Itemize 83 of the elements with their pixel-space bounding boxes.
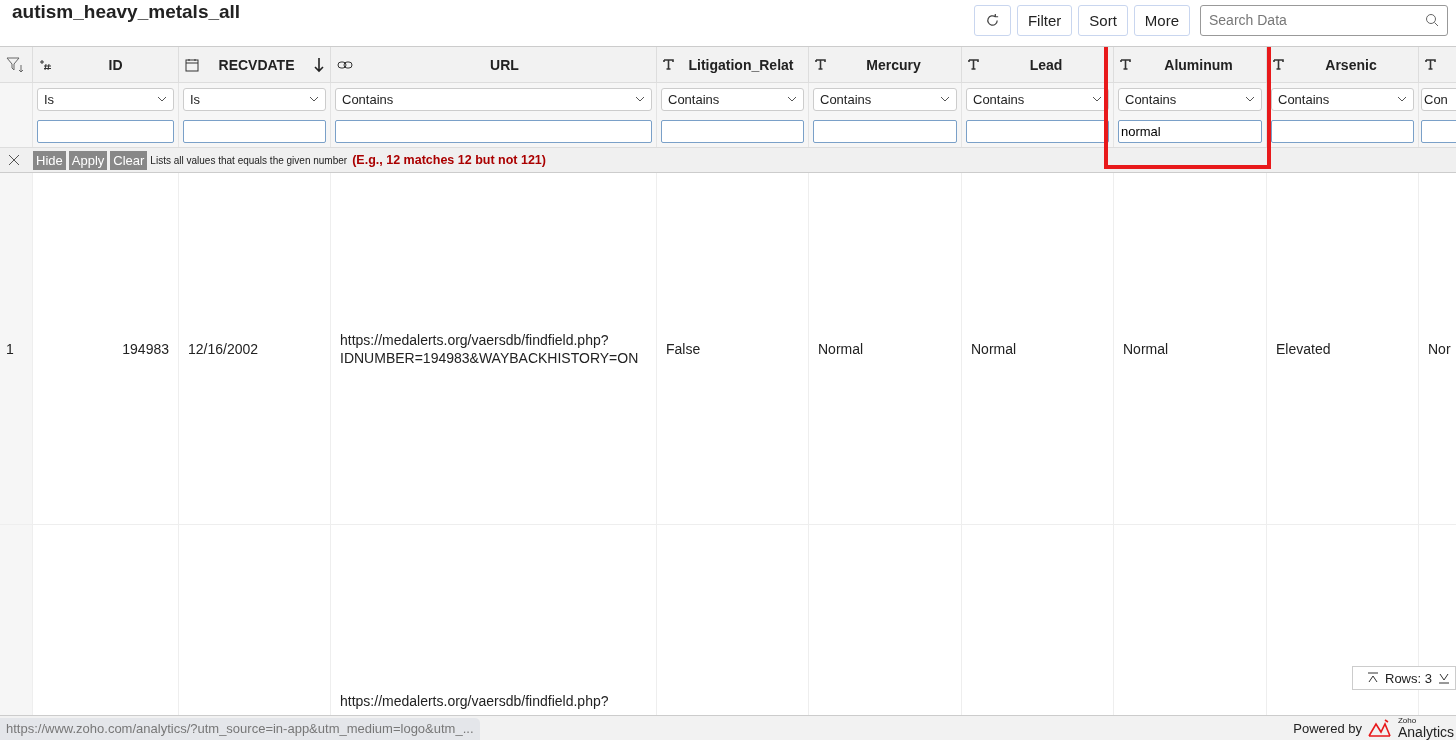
- table-cell: False: [657, 173, 809, 525]
- filter-input[interactable]: [813, 119, 957, 143]
- table-cell: Normal: [1114, 173, 1267, 525]
- refresh-icon: [984, 12, 1000, 28]
- link-icon: [337, 59, 353, 70]
- column-header[interactable]: Mercury: [809, 47, 962, 83]
- filter-dropdown[interactable]: Contains: [1271, 87, 1414, 111]
- filter-input[interactable]: [966, 119, 1109, 143]
- table-cell: Normal: [809, 173, 962, 525]
- close-icon[interactable]: [8, 154, 20, 166]
- chevron-icon: [787, 96, 797, 102]
- text-type-icon: [1273, 59, 1284, 70]
- table-cell: Elevated: [1267, 173, 1419, 525]
- filter-input[interactable]: [335, 119, 652, 143]
- filter-hint: Lists all values that equals the given number: [150, 154, 348, 166]
- column-label: URL: [489, 56, 520, 73]
- chevron-icon: [157, 96, 167, 102]
- calendar-icon: [185, 57, 199, 72]
- filter-input[interactable]: [661, 119, 804, 143]
- filter-dropdown[interactable]: Is: [37, 87, 174, 111]
- powered-by-text: Powered by: [1293, 720, 1362, 736]
- filter-input[interactable]: normal: [1118, 119, 1262, 143]
- filter-action-button[interactable]: Hide: [33, 150, 66, 170]
- table-cell: Normal: [962, 173, 1114, 525]
- filter-action-button[interactable]: Clear: [110, 150, 148, 170]
- column-header[interactable]: ID: [33, 47, 179, 83]
- column-label: Litigation_Relat: [687, 56, 795, 73]
- text-type-icon: [815, 59, 826, 70]
- table-title: autism_heavy_metals_all: [12, 1, 242, 23]
- column-header[interactable]: RECVDATE: [179, 47, 331, 83]
- filter-dropdown[interactable]: Contains: [813, 87, 957, 111]
- filter-dropdown[interactable]: Contains: [661, 87, 804, 111]
- filter-dropdown[interactable]: Contains: [966, 87, 1109, 111]
- filter-toggle-button[interactable]: [0, 47, 33, 83]
- column-label: RECVDATE: [217, 56, 296, 73]
- filter-icon: [6, 56, 24, 73]
- text-type-icon: [968, 59, 979, 70]
- column-label: ID: [107, 56, 124, 73]
- column-label: Lead: [1028, 56, 1064, 73]
- number-icon: [39, 58, 53, 71]
- filter-dropdown[interactable]: Is: [183, 87, 326, 111]
- table-cell: 194983: [33, 173, 179, 525]
- status-link[interactable]: https://www.zoho.com/analytics/?utm_source=in-app&utm_medium=logo&utm_...: [0, 718, 480, 740]
- text-type-icon: [1425, 59, 1436, 70]
- column-label: Aluminum: [1163, 56, 1234, 73]
- toolbar-button[interactable]: Sort: [1078, 4, 1128, 36]
- table-cell: https://medalerts.org/vaersdb/findfield.php? IDNUMBER=194983&WAYBACKHISTORY=ON: [331, 173, 657, 525]
- search-icon: [1425, 12, 1439, 27]
- filter-action-button[interactable]: Apply: [68, 150, 108, 170]
- chevron-icon: [1245, 96, 1255, 102]
- analytics-logo-icon: [1367, 719, 1392, 737]
- filter-dropdown[interactable]: Con: [1421, 87, 1456, 111]
- filter-input[interactable]: [1271, 119, 1414, 143]
- filter-input[interactable]: [37, 119, 174, 143]
- toolbar-button[interactable]: Filter: [1016, 4, 1073, 36]
- table-cell: 12/16/2002: [179, 173, 331, 525]
- column-label: Arsenic: [1324, 56, 1378, 73]
- column-header[interactable]: URL: [331, 47, 657, 83]
- scroll-top-icon[interactable]: [1367, 672, 1379, 684]
- brand-text: Analytics: [1397, 725, 1454, 739]
- filter-input[interactable]: [183, 119, 326, 143]
- chevron-icon: [309, 96, 319, 102]
- table-cell: Nor: [1419, 173, 1456, 525]
- brand-small-text: Zoho: [1397, 717, 1418, 725]
- row-number: 1: [0, 173, 33, 525]
- filter-dropdown[interactable]: Contains: [335, 87, 652, 111]
- toolbar-button[interactable]: More: [1133, 4, 1190, 36]
- chevron-icon: [635, 96, 645, 102]
- filter-dropdown[interactable]: Contains: [1118, 87, 1262, 111]
- chevron-icon: [1397, 96, 1407, 102]
- refresh-button[interactable]: [973, 4, 1011, 36]
- column-header[interactable]: Aluminum: [1114, 47, 1267, 83]
- column-header[interactable]: Lead: [962, 47, 1114, 83]
- search-field[interactable]: Search Data: [1200, 4, 1448, 36]
- chevron-icon: [940, 96, 950, 102]
- scroll-bottom-icon[interactable]: [1437, 672, 1450, 684]
- chevron-icon: [1092, 96, 1102, 102]
- rows-count: Rows: 3: [1385, 670, 1432, 686]
- column-header[interactable]: Litigation_Relat: [657, 47, 809, 83]
- filter-example: (E.g., 12 matches 12 but not 121): [352, 153, 546, 167]
- text-type-icon: [663, 59, 674, 70]
- column-label: Mercury: [865, 56, 922, 73]
- text-type-icon: [1120, 59, 1131, 70]
